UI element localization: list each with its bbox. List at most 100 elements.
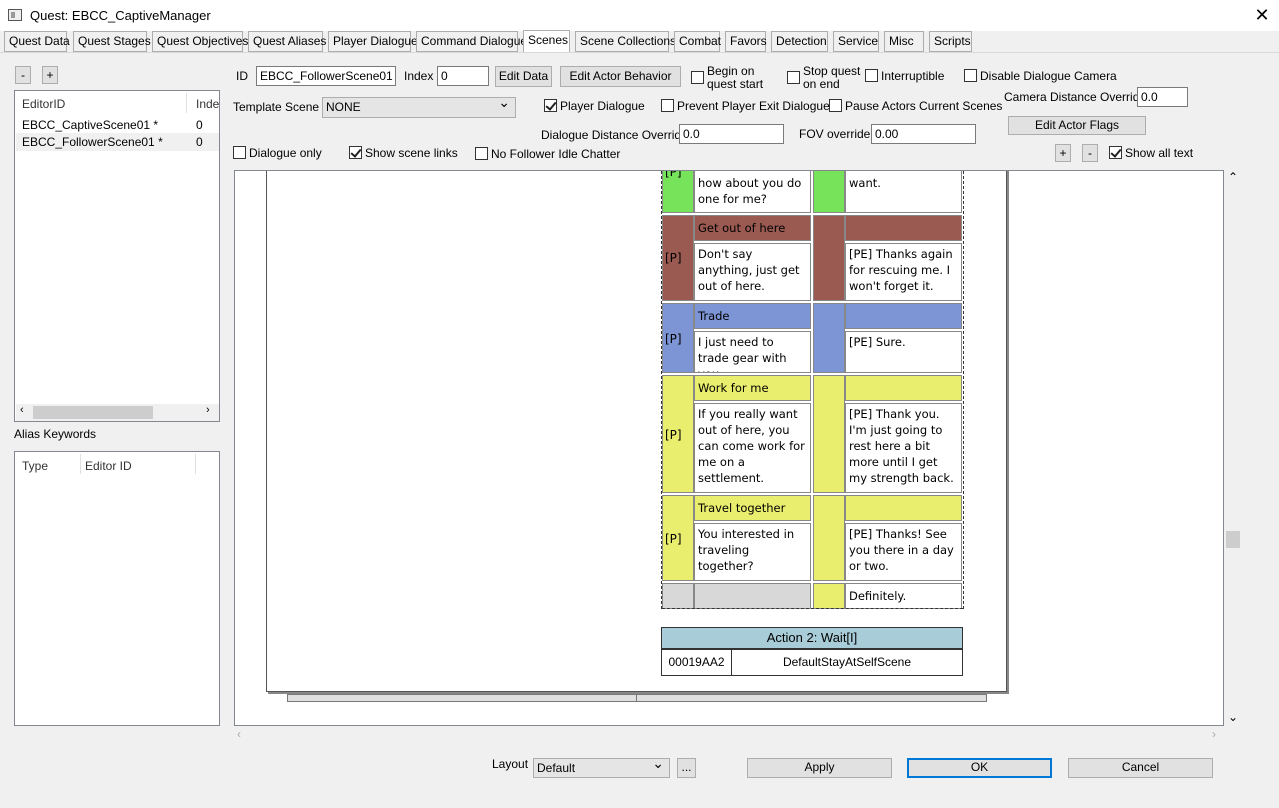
id-field[interactable]: EBCC_FollowerScene01	[256, 66, 396, 86]
remove-scene-button[interactable]: -	[15, 66, 31, 84]
camera-distance-field[interactable]: 0.0	[1137, 87, 1188, 107]
scene-row-editorid[interactable]: EBCC_CaptiveScene01 *	[22, 118, 158, 132]
title-bar: Quest: EBCC_CaptiveManager ✕	[0, 0, 1279, 31]
no-follower-idle-checkbox[interactable]	[475, 147, 488, 160]
alias-keywords-list[interactable]: Type Editor ID	[14, 451, 220, 726]
tab-detection[interactable]: Detection	[771, 31, 828, 52]
column-editor-id[interactable]: Editor ID	[85, 459, 132, 473]
action-form-id: 00019AA2	[662, 650, 732, 675]
dialogue-distance-label: Dialogue Distance Override	[541, 128, 688, 142]
add-scene-button[interactable]: +	[42, 66, 58, 84]
tab-player-dialogue[interactable]: Player Dialogue	[328, 31, 418, 52]
tab-quest-aliases[interactable]: Quest Aliases	[248, 31, 326, 52]
topic-title[interactable]: Travel together	[694, 495, 811, 521]
index-field[interactable]: 0	[437, 66, 489, 86]
template-scene-dropdown[interactable]: NONE	[322, 97, 516, 118]
npc-color-bar	[813, 171, 845, 213]
vertical-scrollbar[interactable]: ⌃ ⌄	[1224, 170, 1242, 726]
scene-list[interactable]: EditorID Inde EBCC_CaptiveScene01 * 0 EB…	[14, 90, 220, 422]
scroll-thumb[interactable]	[1226, 531, 1240, 548]
tab-scene-collections[interactable]: Scene Collections	[575, 31, 676, 52]
npc-line[interactable]: [PE] Thanks! See you there in a day or t…	[845, 523, 962, 581]
horizontal-scrollbar[interactable]: ‹ ›	[16, 404, 219, 421]
player-line[interactable]: Don't say anything, just get out of here…	[694, 243, 811, 301]
index-label: Index	[404, 69, 434, 83]
player-tag: [P]	[665, 428, 682, 442]
npc-topic-bar	[845, 303, 962, 329]
npc-line[interactable]: Definitely.	[845, 583, 962, 609]
ok-button[interactable]: OK	[907, 758, 1052, 778]
action-body[interactable]: 00019AA2 DefaultStayAtSelfScene	[661, 649, 963, 676]
page-divider	[636, 694, 637, 702]
topic-title[interactable]: Trade	[694, 303, 811, 329]
topic-title[interactable]: Get out of here	[694, 215, 811, 241]
scene-row-editorid[interactable]: EBCC_FollowerScene01 *	[22, 135, 163, 149]
page-shadow-bar	[287, 694, 987, 702]
edit-actor-flags-button[interactable]: Edit Actor Flags	[1008, 116, 1146, 135]
npc-line[interactable]: want.	[845, 171, 962, 213]
edit-actor-behavior-button[interactable]: Edit Actor Behavior	[560, 66, 681, 87]
npc-line[interactable]: [PE] Thank you. I'm just going to rest h…	[845, 403, 962, 493]
scroll-left-icon[interactable]: ‹	[20, 404, 24, 416]
cancel-button[interactable]: Cancel	[1068, 758, 1213, 778]
scroll-right-icon[interactable]: ›	[1212, 727, 1216, 741]
player-tag: [P]	[665, 170, 682, 179]
alias-keywords-label: Alias Keywords	[14, 427, 97, 441]
player-line[interactable]: I just need to trade gear with you.	[694, 331, 811, 373]
tab-quest-data[interactable]: Quest Data	[4, 31, 70, 52]
npc-line[interactable]: [PE] Sure.	[845, 331, 962, 373]
scroll-right-icon[interactable]: ›	[206, 404, 210, 416]
tab-scenes[interactable]: Scenes	[523, 30, 570, 53]
tab-quest-objectives[interactable]: Quest Objectives	[152, 31, 248, 52]
edit-data-button[interactable]: Edit Data	[495, 66, 552, 87]
zoom-out-button[interactable]: -	[1082, 144, 1098, 162]
topic-title[interactable]: Work for me	[694, 375, 811, 401]
player-line[interactable]: You interested in traveling together?	[694, 523, 811, 581]
disable-dialogue-camera-checkbox[interactable]	[964, 69, 977, 82]
layout-dropdown[interactable]: Default	[533, 758, 670, 778]
tab-command-dialogue[interactable]: Command Dialogue	[416, 31, 527, 52]
tab-misc[interactable]: Misc	[884, 31, 924, 52]
fov-field[interactable]: 0.00	[871, 124, 976, 144]
tab-bar: Quest Data Quest Stages Quest Objectives…	[0, 30, 1279, 53]
pause-actors-checkbox[interactable]	[829, 99, 842, 112]
dialogue-distance-field[interactable]: 0.0	[679, 124, 784, 144]
scroll-thumb[interactable]	[33, 406, 153, 419]
scroll-up-icon[interactable]: ⌃	[1228, 170, 1238, 184]
player-line[interactable]: If you really want out of here, you can …	[694, 403, 811, 493]
show-scene-links-checkbox[interactable]	[349, 146, 362, 159]
tab-quest-stages[interactable]: Quest Stages	[73, 31, 151, 52]
player-tag: [P]	[665, 251, 682, 265]
scene-canvas[interactable]: [P] how about you do one for me? want. […	[234, 170, 1224, 726]
column-editorid[interactable]: EditorID	[22, 97, 65, 111]
canvas-horizontal-scrollbar[interactable]: ‹ ›	[234, 727, 1224, 744]
prevent-player-exit-label: Prevent Player Exit Dialogue	[677, 99, 830, 113]
prevent-player-exit-checkbox[interactable]	[661, 99, 674, 112]
show-all-text-checkbox[interactable]	[1109, 146, 1122, 159]
interruptible-label: Interruptible	[881, 69, 945, 83]
layout-options-button[interactable]: ...	[677, 758, 696, 778]
scroll-down-icon[interactable]: ⌄	[1228, 710, 1238, 724]
dialogue-only-checkbox[interactable]	[233, 146, 246, 159]
zoom-in-button[interactable]: +	[1055, 144, 1071, 162]
column-type[interactable]: Type	[22, 459, 48, 473]
begin-on-quest-start-checkbox[interactable]	[691, 71, 704, 84]
tab-service[interactable]: Service	[833, 31, 879, 52]
player-line[interactable]: how about you do one for me?	[694, 171, 811, 213]
player-dialogue-checkbox[interactable]	[544, 99, 557, 112]
apply-button[interactable]: Apply	[747, 758, 892, 778]
interruptible-checkbox[interactable]	[865, 69, 878, 82]
scene-row-index[interactable]: 0	[196, 135, 203, 149]
stop-quest-on-end-checkbox[interactable]	[787, 71, 800, 84]
scene-row-index[interactable]: 0	[196, 118, 203, 132]
tab-favors[interactable]: Favors	[725, 31, 767, 52]
player-tag: [P]	[665, 332, 682, 346]
npc-line[interactable]: [PE] Thanks again for rescuing me. I won…	[845, 243, 962, 301]
tab-scripts[interactable]: Scripts	[929, 31, 972, 52]
scroll-left-icon[interactable]: ‹	[237, 727, 241, 741]
close-icon[interactable]: ✕	[1250, 4, 1274, 26]
column-index[interactable]: Inde	[196, 97, 219, 111]
phase-border	[661, 171, 662, 609]
tab-combat[interactable]: Combat	[674, 31, 721, 52]
action-header[interactable]: Action 2: Wait[I]	[661, 627, 963, 649]
